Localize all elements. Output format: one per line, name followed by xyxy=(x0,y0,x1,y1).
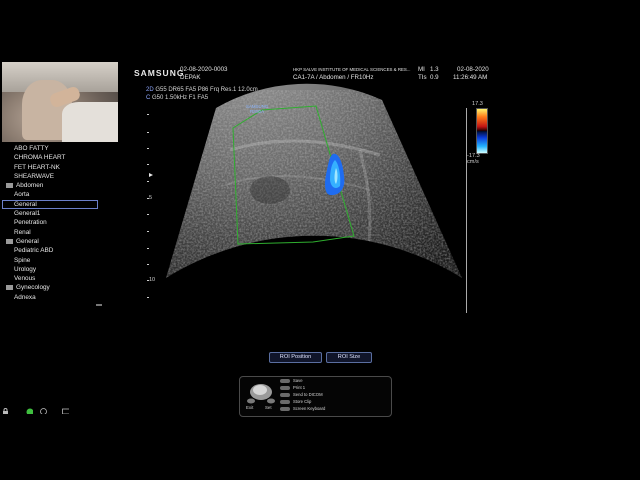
preset-item[interactable]: FET HEART-NK xyxy=(0,163,104,172)
key-send-dicom[interactable]: Send to DICOM xyxy=(280,392,323,397)
preset-item[interactable]: Adnexa xyxy=(0,293,104,302)
image-watermark-model: RS80A xyxy=(250,109,265,114)
key-save-icon xyxy=(280,378,290,383)
folder-icon xyxy=(6,285,13,291)
roi-position-button[interactable]: ROI Position xyxy=(269,352,322,363)
preset-item[interactable]: Aorta xyxy=(0,190,104,199)
lock-icon[interactable] xyxy=(2,408,9,414)
preset-folder[interactable]: General xyxy=(0,237,104,246)
folder-icon xyxy=(6,238,13,244)
preset-label: Spine xyxy=(14,256,31,264)
preset-item[interactable]: Venous xyxy=(0,274,104,283)
preset-item[interactable]: CHROMA HEART xyxy=(0,153,104,162)
preset-scroll-indicator[interactable] xyxy=(96,304,102,306)
key-send-dicom-icon xyxy=(280,392,290,397)
power-icon xyxy=(40,408,47,414)
network-status-icon xyxy=(26,408,33,414)
preset-list[interactable]: ABO FATTY CHROMA HEART FET HEART-NK SHEARWA… xyxy=(0,144,104,302)
preset-label: FET HEART-NK xyxy=(14,163,60,171)
depth-label-5: 5 xyxy=(149,195,153,201)
key-print[interactable]: Print 1 xyxy=(280,385,305,390)
preset-label: General1 xyxy=(14,210,41,218)
trackball-icon xyxy=(247,384,275,404)
image-watermark: SAMSUNG RS80A xyxy=(246,104,268,114)
trackball-exit-label: Exit xyxy=(246,405,254,410)
key-print-icon xyxy=(280,385,290,390)
preset-item[interactable]: ABO FATTY xyxy=(0,144,104,153)
key-store-clip-label: Store Clip xyxy=(293,399,312,404)
preset-label: General xyxy=(16,237,39,245)
preset-label: CHROMA HEART xyxy=(14,154,66,162)
preset-item[interactable]: Urology xyxy=(0,265,104,274)
folder-icon xyxy=(6,183,13,188)
key-screen-keyboard-icon xyxy=(280,406,290,411)
storage-icon xyxy=(62,408,69,414)
preset-item[interactable]: Penetration xyxy=(0,218,104,227)
key-screen-keyboard[interactable]: Screen Keyboard xyxy=(280,406,325,411)
preset-label: Adnexa xyxy=(14,293,36,301)
depth-scale xyxy=(147,114,153,298)
key-guide-panel: Exit Set Save Print 1 Send to DICOM Stor… xyxy=(239,376,392,417)
preset-item[interactable]: SHEARWAVE xyxy=(0,172,104,181)
key-print-label: Print 1 xyxy=(293,385,306,390)
key-save-label: Save xyxy=(293,378,303,383)
preset-label: ABO FATTY xyxy=(14,145,49,152)
preset-item[interactable]: Pediatric ABD xyxy=(0,246,104,255)
preset-label: Renal xyxy=(14,228,31,236)
preset-label: Aorta xyxy=(14,191,30,199)
roi-size-button[interactable]: ROI Size xyxy=(326,352,372,363)
key-screen-keyboard-label: Screen Keyboard xyxy=(293,406,326,411)
trackball-set-label: Set xyxy=(265,405,272,410)
preset-folder[interactable]: Gynecology xyxy=(0,283,104,292)
preset-item[interactable]: General1 xyxy=(0,209,104,218)
preset-label: Gynecology xyxy=(16,284,50,292)
color-velocity-bar xyxy=(476,108,488,154)
preset-label: Abdomen xyxy=(16,182,44,190)
key-save[interactable]: Save xyxy=(280,378,303,383)
key-store-clip[interactable]: Store Clip xyxy=(280,399,311,404)
preset-label: Penetration xyxy=(14,219,47,227)
preset-item[interactable]: General xyxy=(2,199,98,210)
preset-label: Venous xyxy=(14,275,36,283)
preset-label: Pediatric ABD xyxy=(14,247,54,255)
preset-folder[interactable]: Abdomen xyxy=(0,181,104,190)
key-store-clip-icon xyxy=(280,399,290,404)
right-divider xyxy=(466,108,467,313)
key-send-dicom-label: Send to DICOM xyxy=(293,392,323,397)
colorbar-unit: cm/s xyxy=(467,159,479,165)
bmode-sector xyxy=(166,83,462,278)
preset-item[interactable]: Spine xyxy=(0,256,104,265)
depth-label-10: 10 xyxy=(149,277,156,283)
preset-label: General xyxy=(14,200,37,208)
colorbar-max: 17.3 xyxy=(472,101,483,107)
preset-label: Urology xyxy=(14,265,37,273)
preset-label: SHEARWAVE xyxy=(14,172,55,180)
preset-item[interactable]: Renal xyxy=(0,228,104,237)
